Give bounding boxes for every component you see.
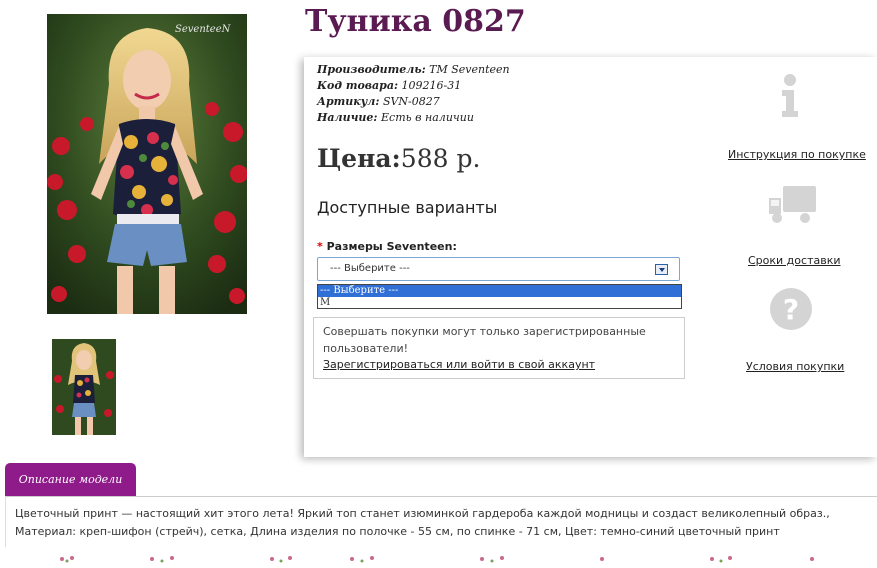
spec-label: Производитель: — [317, 63, 426, 76]
product-title: Туника 0827 — [305, 4, 526, 39]
spec-label: Артикул: — [317, 95, 380, 108]
price: Цена:588 р. — [317, 144, 480, 173]
size-dropdown-list: --- Выберите --- M — [317, 284, 682, 309]
truck-icon[interactable] — [767, 184, 817, 230]
product-thumbnail[interactable] — [52, 339, 116, 435]
decorative-border — [0, 549, 877, 563]
price-label: Цена: — [317, 144, 401, 173]
purchase-conditions-link[interactable]: Условия покупки — [746, 360, 844, 373]
product-specs: Производитель: TM Seventeen Код товара: … — [317, 62, 510, 126]
size-label-text: Размеры Seventeen: — [326, 240, 457, 253]
spec-value: 109216-31 — [401, 79, 462, 92]
spec-availability: Наличие: Есть в наличии — [317, 110, 510, 126]
description-panel: Цветочный принт — настоящий хит этого ле… — [5, 496, 877, 547]
size-label: * Размеры Seventeen: — [317, 240, 457, 253]
question-icon[interactable]: ? — [769, 287, 813, 335]
price-value: 588 р. — [400, 144, 481, 173]
info-icon[interactable] — [778, 73, 802, 123]
spec-article: Артикул: SVN-0827 — [317, 94, 510, 110]
tab-description-label: Описание модели — [18, 473, 123, 486]
delivery-terms-link[interactable]: Сроки доставки — [748, 254, 841, 267]
spec-label: Наличие: — [317, 111, 378, 124]
svg-text:?: ? — [783, 293, 799, 326]
login-register-link[interactable]: Зарегистрироваться или войти в свой акка… — [323, 358, 595, 371]
size-select-value: --- Выберите --- — [330, 263, 410, 274]
purchase-instruction-link[interactable]: Инструкция по покупке — [728, 148, 866, 161]
login-notice: Совершать покупки могут только зарегистр… — [313, 317, 685, 379]
size-select[interactable]: --- Выберите --- — [317, 257, 680, 281]
size-option[interactable]: M — [318, 297, 681, 309]
required-mark: * — [317, 240, 323, 253]
product-info-panel: Производитель: TM Seventeen Код товара: … — [304, 57, 877, 457]
spec-value: SVN-0827 — [382, 95, 440, 108]
spec-value: TM Seventeen — [429, 63, 510, 76]
chevron-down-icon[interactable] — [655, 264, 668, 275]
size-option[interactable]: --- Выберите --- — [318, 285, 681, 297]
login-notice-text: Совершать покупки могут только зарегистр… — [323, 325, 646, 355]
description-text: Цветочный принт — настоящий хит этого ле… — [15, 507, 830, 538]
spec-value: Есть в наличии — [381, 111, 474, 124]
spec-label: Код товара: — [317, 79, 399, 92]
tab-description[interactable]: Описание модели — [5, 463, 136, 496]
product-main-image[interactable]: SeventeeN — [47, 14, 247, 314]
photo-watermark: SeventeeN — [175, 24, 231, 35]
spec-product-code: Код товара: 109216-31 — [317, 78, 510, 94]
variants-heading: Доступные варианты — [317, 198, 498, 217]
spec-manufacturer: Производитель: TM Seventeen — [317, 62, 510, 78]
